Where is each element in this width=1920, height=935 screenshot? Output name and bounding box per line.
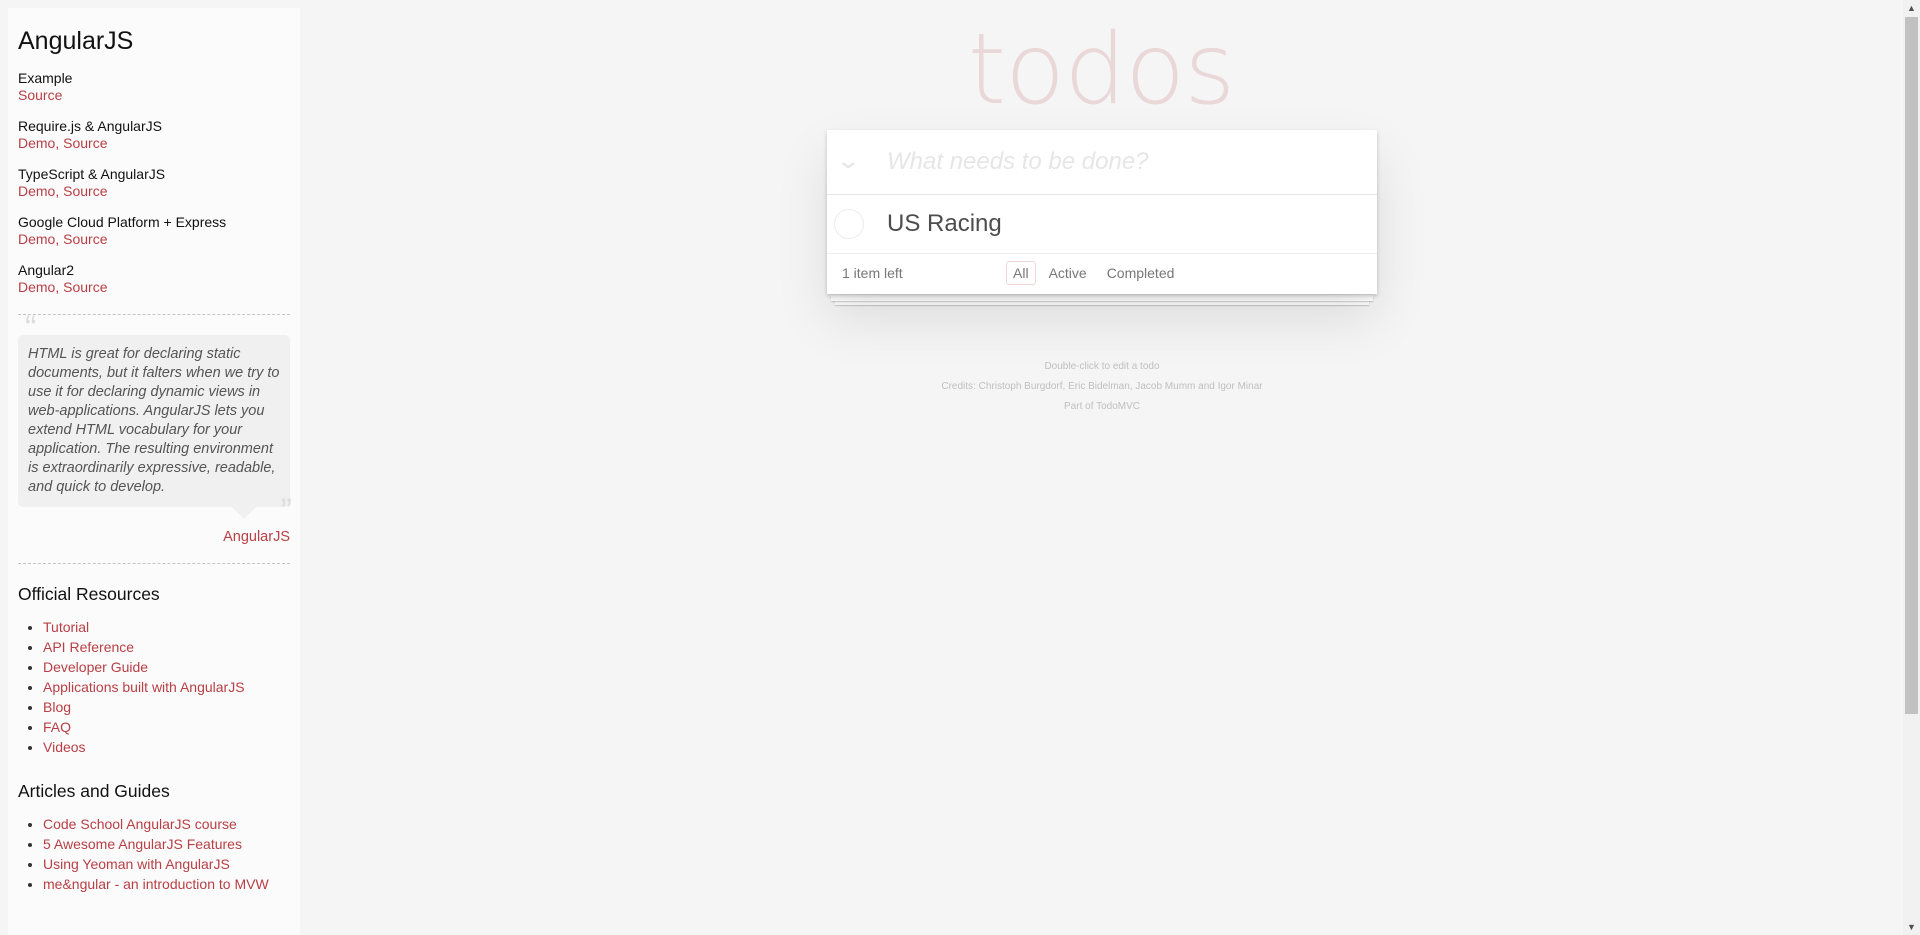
resource-link[interactable]: Applications built with AngularJS (43, 679, 245, 695)
quote-text: HTML is great for declaring static docum… (28, 346, 280, 495)
resource-link[interactable]: Tutorial (43, 619, 89, 635)
info-credits: Credits: Christoph Burgdorf, Eric Bidelm… (941, 381, 1263, 392)
list-item: Developer Guide (43, 657, 290, 677)
quote-tail (232, 507, 256, 519)
example-item: Example Source (18, 70, 290, 104)
chevron-down-icon[interactable]: ⌄ (835, 148, 861, 174)
example-item: Google Cloud Platform + Express Demo, So… (18, 214, 290, 248)
new-todo-row: ⌄ (827, 130, 1377, 195)
quote-block: “ HTML is great for declaring static doc… (18, 311, 292, 545)
list-item: Code School AngularJS course (43, 814, 290, 834)
example-links[interactable]: Source (18, 87, 62, 103)
example-item: TypeScript & AngularJS Demo, Source (18, 166, 290, 200)
article-link[interactable]: Using Yeoman with AngularJS (43, 856, 230, 872)
info-footer: Double-click to edit a todo Credits: Chr… (827, 357, 1377, 417)
new-todo-input[interactable] (887, 130, 1367, 194)
official-resources-title: Official Resources (18, 584, 160, 604)
example-item: Angular2 Demo, Source (18, 262, 290, 296)
filters: All Active Completed (1006, 261, 1181, 285)
resource-link[interactable]: Videos (43, 739, 86, 755)
filter-completed[interactable]: Completed (1100, 261, 1182, 285)
divider (18, 314, 290, 315)
filter-all[interactable]: All (1006, 261, 1036, 285)
official-resources-list: Tutorial API Reference Developer Guide A… (18, 617, 290, 757)
resource-link[interactable]: API Reference (43, 639, 134, 655)
list-item: Blog (43, 697, 290, 717)
example-item: Require.js & AngularJS Demo, Source (18, 118, 290, 152)
app-heading: todos (967, 13, 1236, 127)
articles-title: Articles and Guides (18, 781, 170, 801)
article-link[interactable]: me&ngular - an introduction to MVW (43, 876, 269, 892)
list-item: API Reference (43, 637, 290, 657)
open-quote-icon: “ (25, 309, 37, 347)
divider (18, 563, 290, 564)
info-hint: Double-click to edit a todo (1044, 361, 1160, 372)
example-name: Angular2 (18, 262, 75, 278)
quote-source-link[interactable]: AngularJS (223, 529, 290, 545)
resource-link[interactable]: Developer Guide (43, 659, 148, 675)
example-name: Example (18, 70, 73, 86)
scroll-up-arrow-icon[interactable]: ▲ (1907, 3, 1916, 13)
list-item: Applications built with AngularJS (43, 677, 290, 697)
list-item: FAQ (43, 717, 290, 737)
articles-list: Code School AngularJS course 5 Awesome A… (18, 814, 290, 894)
items-left-count: 1 item left (842, 265, 903, 281)
article-link[interactable]: 5 Awesome AngularJS Features (43, 836, 242, 852)
quote: “ HTML is great for declaring static doc… (18, 311, 292, 528)
scrollbar-thumb[interactable] (1905, 17, 1918, 714)
info-part-of: Part of TodoMVC (1064, 401, 1140, 412)
todo-app: ⌄ US Racing 1 item left All Active Compl… (827, 130, 1377, 294)
example-links[interactable]: Demo, Source (18, 183, 107, 199)
example-links[interactable]: Demo, Source (18, 279, 107, 295)
sidebar-title: AngularJS (18, 27, 134, 55)
resource-link[interactable]: FAQ (43, 719, 71, 735)
sidebar: AngularJS Example Source Require.js & An… (8, 8, 300, 935)
close-quote-icon: ” (280, 492, 292, 530)
todo-checkbox[interactable] (834, 209, 864, 239)
list-item: Tutorial (43, 617, 290, 637)
todo-item[interactable]: US Racing (827, 195, 1377, 254)
filter-active[interactable]: Active (1042, 261, 1094, 285)
list-item: 5 Awesome AngularJS Features (43, 834, 290, 854)
quote-source: AngularJS (18, 529, 290, 545)
todo-footer: 1 item left All Active Completed (827, 254, 1377, 294)
list-item: Videos (43, 737, 290, 757)
list-item: Using Yeoman with AngularJS (43, 854, 290, 874)
example-name: TypeScript & AngularJS (18, 166, 166, 182)
example-links[interactable]: Demo, Source (18, 231, 107, 247)
list-item: me&ngular - an introduction to MVW (43, 874, 290, 894)
example-links[interactable]: Demo, Source (18, 135, 107, 151)
paper-stack-shadow (831, 295, 1373, 301)
article-link[interactable]: Code School AngularJS course (43, 816, 237, 832)
todo-title[interactable]: US Racing (887, 209, 1002, 239)
example-name: Google Cloud Platform + Express (18, 214, 227, 230)
resource-link[interactable]: Blog (43, 699, 71, 715)
scroll-down-arrow-icon[interactable]: ▼ (1907, 922, 1916, 932)
vertical-scrollbar[interactable]: ▲ ▼ (1903, 0, 1920, 935)
example-name: Require.js & AngularJS (18, 118, 162, 134)
